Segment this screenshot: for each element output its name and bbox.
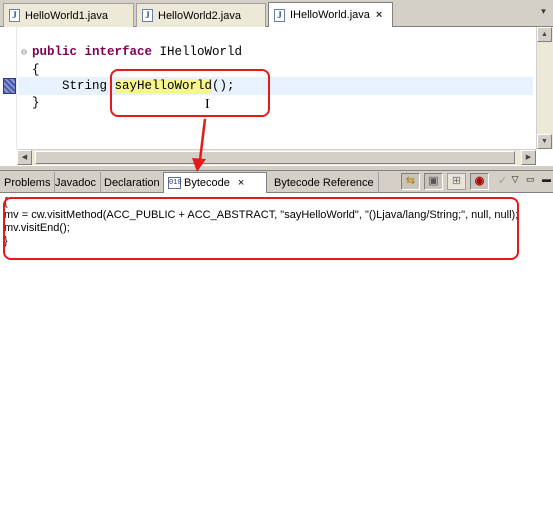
show-raw-icon[interactable]: ▣ [424,173,443,190]
code-line: public interface IHelloWorld [32,43,242,61]
editor-tab-bar: J HelloWorld1.java J HelloWorld2.java J … [0,0,553,27]
code-editor[interactable]: ⊖ public interface IHelloWorld { String … [0,27,553,165]
bytecode-view-icon: 010 [168,177,182,189]
editor-ruler [0,27,17,149]
editor-tab-label: IHelloWorld.java [290,9,370,21]
grid-icon[interactable]: ⊞ [447,173,466,190]
scroll-left-icon[interactable]: ◀ [17,150,32,165]
view-menu-icon[interactable]: ▽ ▭ ▬ [512,174,551,185]
scroll-up-icon[interactable]: ▲ [537,27,552,42]
tab-bytecode[interactable]: 010 Bytecode × [163,172,267,193]
bytecode-annotation-box [3,197,519,260]
tab-bytecode-reference[interactable]: Bytecode Reference [270,172,379,193]
view-tab-bar: Problems Javadoc Declaration 010 Bytecod… [0,171,553,193]
editor-tab-helloworld2[interactable]: J HelloWorld2.java [136,3,266,27]
editor-tab-label: HelloWorld2.java [158,9,241,22]
tab-problems[interactable]: Problems [0,172,56,193]
java-file-icon: J [142,9,153,22]
close-icon[interactable]: × [238,177,244,189]
scroll-down-icon[interactable]: ▼ [537,134,552,149]
tab-javadoc[interactable]: Javadoc [51,172,101,193]
method-annotation-box [110,69,270,117]
link-with-editor-icon[interactable]: ⇆ [401,173,420,190]
editor-tab-ihelloworld[interactable]: J IHelloWorld.java × [268,2,393,27]
occurrence-marker-icon [3,78,16,94]
code-line: } [32,96,40,110]
horizontal-scrollbar[interactable]: ◀ ▶ [17,149,536,165]
scroll-right-icon[interactable]: ▶ [521,150,536,165]
type-name: IHelloWorld [152,45,243,59]
editor-tab-label: HelloWorld1.java [25,9,108,22]
keyword: public [32,45,78,59]
verify-icon[interactable]: ✓ [493,173,512,190]
tab-declaration[interactable]: Declaration [100,172,165,193]
fold-collapse-icon[interactable]: ⊖ [21,47,27,59]
code-area[interactable]: ⊖ public interface IHelloWorld { String … [18,27,533,149]
editor-list-icon[interactable]: ▾ [537,6,550,19]
java-file-icon: J [9,9,20,22]
close-icon[interactable]: × [376,9,382,21]
asm-icon[interactable]: ◉ [470,173,489,190]
vertical-scrollbar[interactable]: ▲ ▼ [536,27,553,149]
scroll-thumb[interactable] [35,151,515,164]
keyword: interface [84,45,153,59]
java-file-icon: J [274,8,285,22]
editor-tab-helloworld1[interactable]: J HelloWorld1.java [3,3,134,27]
